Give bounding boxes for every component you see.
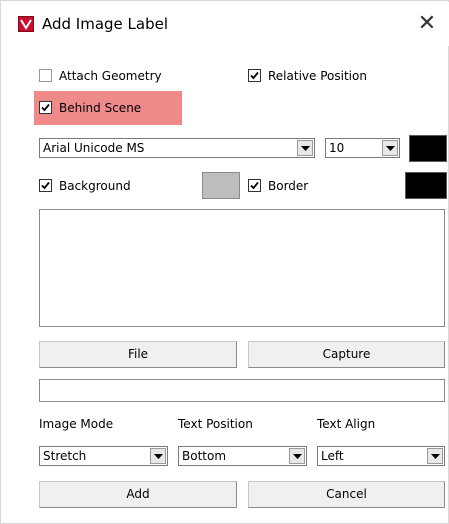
font-color-swatch[interactable] [409, 135, 447, 162]
behind-scene-checkbox[interactable]: Behind Scene [39, 99, 169, 117]
check-icon [41, 103, 50, 112]
relative-position-label: Relative Position [268, 69, 367, 83]
behind-scene-box[interactable] [39, 101, 52, 114]
image-path-input[interactable] [39, 379, 445, 402]
attach-geometry-checkbox[interactable]: Attach Geometry [39, 67, 189, 85]
attach-geometry-box[interactable] [39, 69, 52, 82]
text-align-value: Left [321, 449, 344, 463]
text-align-select[interactable]: Left [317, 446, 445, 466]
check-icon [250, 71, 259, 80]
behind-scene-label: Behind Scene [59, 101, 142, 115]
capture-button[interactable]: Capture [248, 341, 445, 368]
border-label: Border [268, 179, 309, 193]
label-text-area[interactable] [39, 209, 445, 327]
text-align-label: Text Align [317, 417, 376, 431]
chevron-down-icon[interactable] [382, 140, 398, 156]
font-size-select[interactable]: 10 [325, 138, 400, 158]
text-position-value: Bottom [182, 449, 227, 463]
chevron-down-icon[interactable] [150, 448, 166, 464]
background-color-swatch[interactable] [202, 172, 240, 199]
font-family-select[interactable]: Arial Unicode MS [39, 138, 315, 158]
chevron-down-icon[interactable] [427, 448, 443, 464]
app-logo-icon [18, 16, 34, 32]
border-color-swatch[interactable] [405, 172, 447, 199]
close-button[interactable]: ✕ [405, 2, 449, 46]
text-position-select[interactable]: Bottom [178, 446, 307, 466]
close-icon: ✕ [417, 11, 437, 36]
font-family-value: Arial Unicode MS [43, 141, 145, 155]
add-button[interactable]: Add [39, 481, 237, 508]
add-image-label-dialog: Add Image Label ✕ Attach Geometry Relati… [0, 0, 449, 524]
attach-geometry-label: Attach Geometry [59, 69, 162, 83]
text-position-label: Text Position [178, 417, 253, 431]
chevron-down-icon[interactable] [297, 140, 313, 156]
font-size-value: 10 [329, 141, 345, 155]
border-checkbox[interactable]: Border [248, 177, 338, 195]
title-bar: Add Image Label ✕ [2, 2, 449, 46]
background-box[interactable] [39, 179, 52, 192]
cancel-button[interactable]: Cancel [248, 481, 445, 508]
check-icon [250, 181, 259, 190]
image-mode-select[interactable]: Stretch [39, 446, 168, 466]
relative-position-box[interactable] [248, 69, 261, 82]
background-label: Background [59, 179, 131, 193]
border-box[interactable] [248, 179, 261, 192]
check-icon [41, 181, 50, 190]
chevron-down-icon[interactable] [289, 448, 305, 464]
window-title: Add Image Label [42, 15, 169, 33]
background-checkbox[interactable]: Background [39, 177, 159, 195]
image-mode-label: Image Mode [39, 417, 114, 431]
image-mode-value: Stretch [43, 449, 87, 463]
relative-position-checkbox[interactable]: Relative Position [248, 67, 388, 85]
file-button[interactable]: File [39, 341, 237, 368]
